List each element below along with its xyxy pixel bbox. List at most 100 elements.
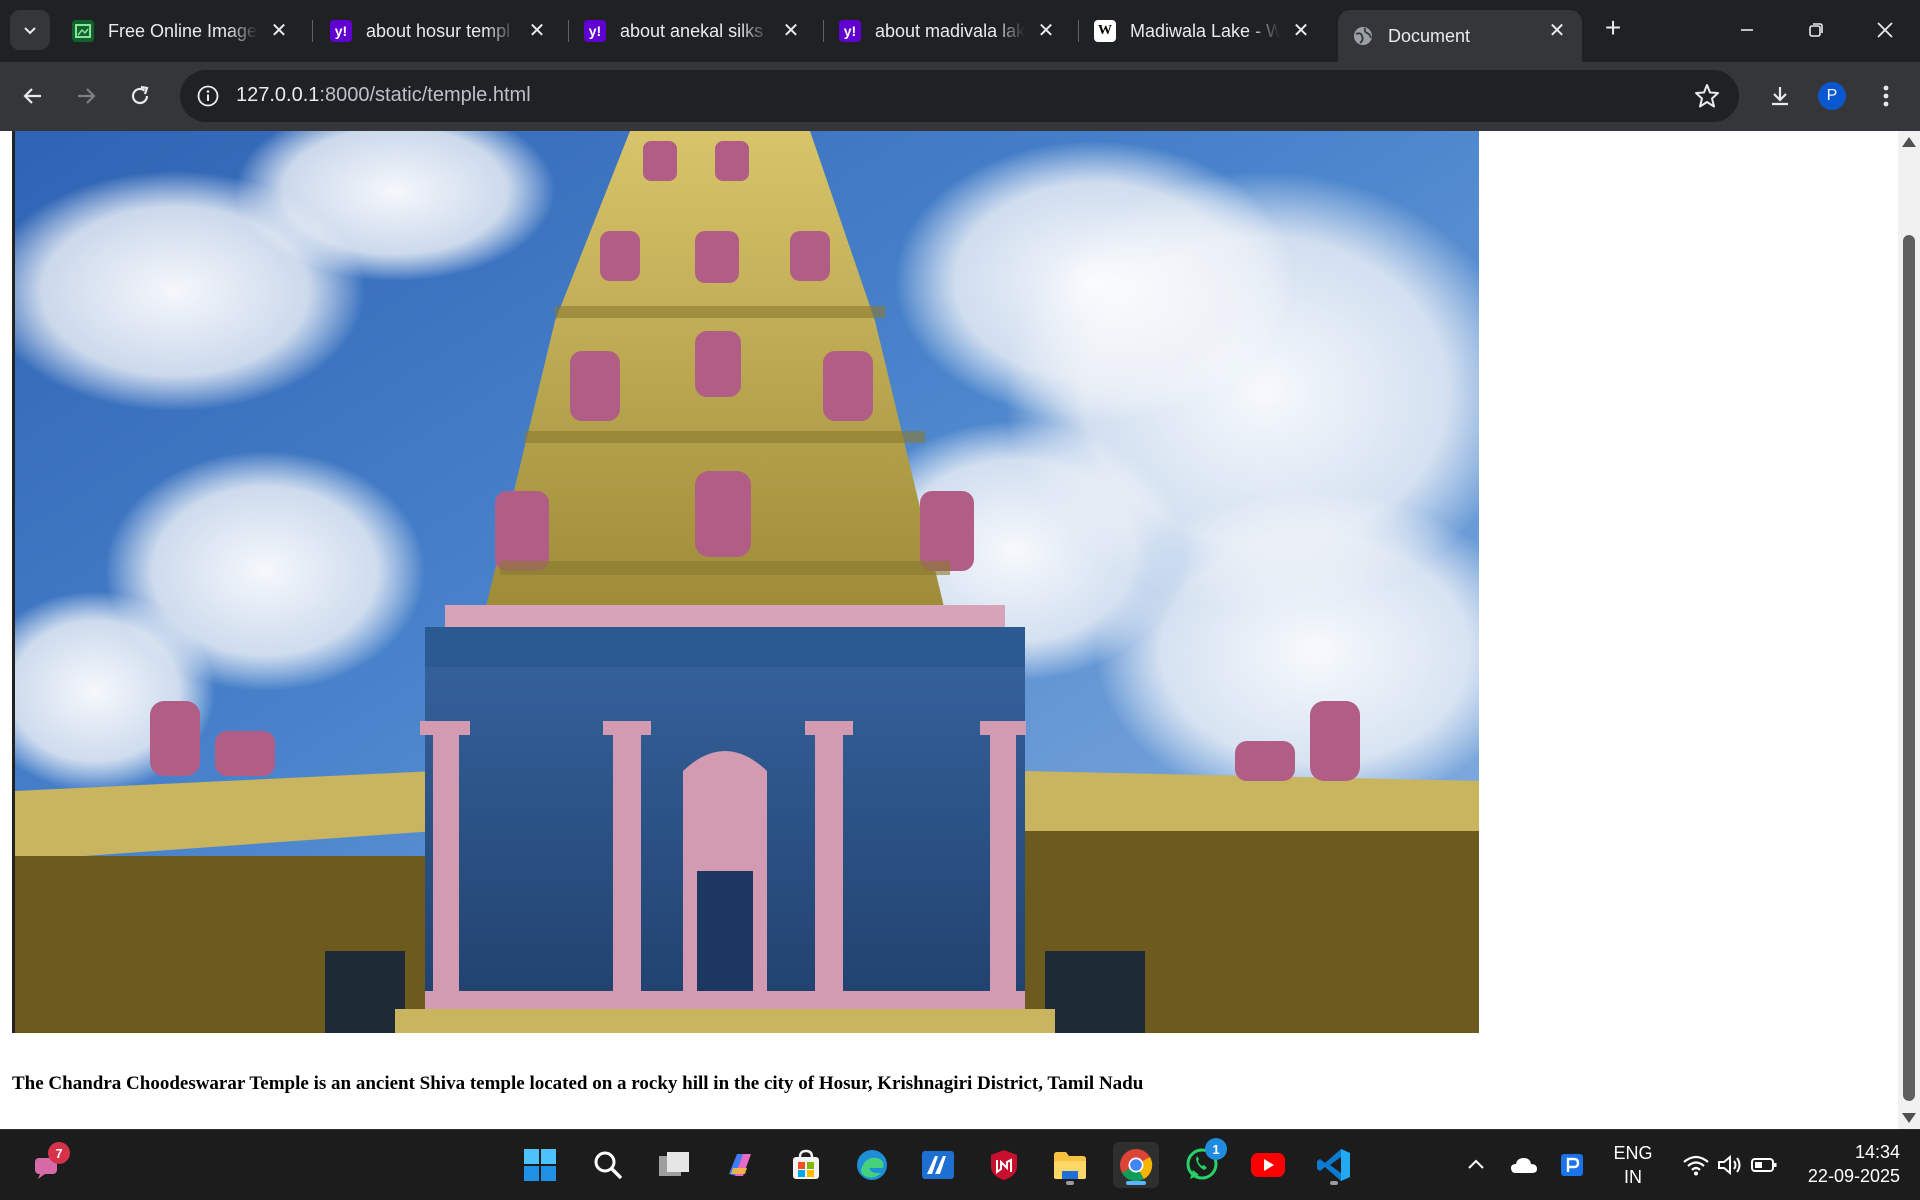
tab-about-madivala-lake[interactable]: y! about madivala lak ✕ [825, 10, 1071, 52]
start-button[interactable] [517, 1142, 563, 1188]
onedrive-button[interactable] [1504, 1142, 1544, 1188]
region-label: IN [1624, 1167, 1642, 1187]
app-button[interactable] [915, 1142, 961, 1188]
download-icon [1772, 87, 1788, 106]
notification-badge: 7 [48, 1142, 70, 1164]
tab-free-online-image[interactable]: Free Online Image ✕ [58, 10, 304, 52]
clock-time: 14:34 [1854, 1142, 1900, 1162]
profile-button[interactable]: P [1814, 78, 1850, 114]
edge-icon [857, 1150, 887, 1180]
tab-madiwala-lake-wikipedia[interactable]: W Madiwala Lake - W ✕ [1080, 10, 1326, 52]
new-tab-button[interactable]: + [1598, 14, 1628, 44]
language-label: ENG [1613, 1143, 1653, 1163]
arrow-right-icon [78, 88, 96, 104]
tab-about-anekal-silks[interactable]: y! about anekal silks ✕ [570, 10, 816, 52]
scrollbar-thumb[interactable] [1903, 235, 1915, 1101]
edge-button[interactable] [849, 1142, 895, 1188]
tab-title: Madiwala Lake - W [1130, 20, 1280, 41]
scroll-up-arrow[interactable] [1902, 137, 1916, 147]
windows-logo-icon [524, 1149, 556, 1181]
vscode-button[interactable] [1311, 1142, 1357, 1188]
chrome-icon [1120, 1149, 1153, 1182]
mcafee-button[interactable] [981, 1142, 1027, 1188]
restore-button[interactable] [1793, 10, 1839, 50]
tray-app-button[interactable] [1552, 1142, 1592, 1188]
tab-separator [312, 20, 313, 42]
page-viewport: The Chandra Choodeswarar Temple is an an… [0, 131, 1898, 1129]
whatsapp-badge: 1 [1205, 1138, 1227, 1160]
globe-icon [1352, 25, 1374, 47]
close-tab-icon[interactable]: ✕ [268, 20, 290, 42]
store-button[interactable] [783, 1142, 829, 1188]
chevron-down-icon [24, 27, 36, 35]
youtube-button[interactable] [1245, 1142, 1291, 1188]
close-tab-icon[interactable]: ✕ [780, 20, 802, 42]
tab-strip: Free Online Image ✕ y! about hosur templ… [0, 0, 1920, 62]
close-icon [1877, 22, 1893, 38]
arrow-left-icon [23, 88, 41, 104]
image-icon [72, 20, 94, 42]
file-explorer-button[interactable] [1047, 1142, 1093, 1188]
close-tab-icon[interactable]: ✕ [1035, 20, 1057, 42]
active-indicator [1126, 1181, 1146, 1185]
tab-separator [568, 20, 569, 42]
yahoo-icon: y! [584, 20, 606, 42]
tab-about-hosur-temple[interactable]: y! about hosur templ ✕ [316, 10, 562, 52]
quick-settings-button[interactable] [1668, 1142, 1792, 1188]
wikipedia-icon: W [1094, 20, 1116, 42]
notification-app-button[interactable]: 7 [24, 1142, 70, 1188]
tab-title: Document [1388, 25, 1471, 46]
minimize-button[interactable] [1724, 10, 1770, 50]
browser-chrome: Free Online Image ✕ y! about hosur templ… [0, 0, 1920, 131]
scroll-down-arrow[interactable] [1902, 1113, 1916, 1123]
url-path: :8000/static/temple.html [319, 84, 531, 106]
youtube-icon [1251, 1153, 1285, 1177]
site-info-icon[interactable] [196, 84, 220, 108]
url-host: 127.0.0.1 [236, 84, 320, 106]
bookmark-star-icon[interactable] [1693, 82, 1721, 110]
tab-separator [1078, 20, 1079, 42]
close-tab-icon[interactable]: ✕ [1546, 20, 1568, 42]
tab-title: Free Online Image [108, 20, 258, 41]
avatar: P [1818, 82, 1846, 110]
close-tab-icon[interactable]: ✕ [1290, 20, 1312, 42]
whatsapp-button[interactable]: 1 [1179, 1138, 1227, 1188]
chevron-up-icon [1468, 1159, 1484, 1169]
copilot-button[interactable] [717, 1142, 763, 1188]
reload-button[interactable] [122, 78, 158, 114]
folder-icon [1054, 1152, 1086, 1179]
windows-taskbar: 7 1 ENG IN 14:34 22-09-2025 [0, 1129, 1920, 1200]
store-icon [793, 1149, 819, 1179]
language-indicator[interactable]: ENG IN [1606, 1141, 1660, 1189]
close-window-button[interactable] [1862, 10, 1908, 50]
back-button[interactable] [15, 78, 51, 114]
browser-toolbar: 127.0.0.1:8000/static/temple.html P [0, 62, 1920, 131]
tab-title: about anekal silks [620, 20, 764, 41]
show-hidden-icons-button[interactable] [1456, 1142, 1496, 1188]
cloud-icon [1511, 1158, 1537, 1173]
address-bar[interactable]: 127.0.0.1:8000/static/temple.html [180, 70, 1739, 122]
tab-search-button[interactable] [10, 10, 50, 50]
tab-document[interactable]: Document ✕ [1338, 10, 1582, 62]
wifi-icon [1683, 1155, 1709, 1176]
close-tab-icon[interactable]: ✕ [526, 20, 548, 42]
chrome-button[interactable] [1113, 1142, 1159, 1188]
downloads-button[interactable] [1762, 78, 1798, 114]
url-text[interactable]: 127.0.0.1:8000/static/temple.html [236, 84, 531, 107]
task-view-button[interactable] [651, 1142, 697, 1188]
reload-icon [131, 85, 149, 105]
menu-button[interactable] [1868, 78, 1904, 114]
clock[interactable]: 14:34 22-09-2025 [1790, 1140, 1900, 1188]
tab-separator [823, 20, 824, 42]
running-indicator [1330, 1181, 1338, 1185]
minimize-icon [1741, 29, 1753, 31]
clock-date: 22-09-2025 [1807, 1166, 1900, 1186]
forward-button[interactable] [68, 78, 104, 114]
temple-photo [15, 131, 1479, 1033]
vertical-scrollbar[interactable] [1898, 131, 1920, 1129]
tab-title: about hosur templ [366, 20, 511, 41]
restore-icon [1809, 23, 1823, 37]
search-button[interactable] [585, 1142, 631, 1188]
shield-icon [991, 1150, 1017, 1180]
temple-image [12, 131, 1479, 1033]
